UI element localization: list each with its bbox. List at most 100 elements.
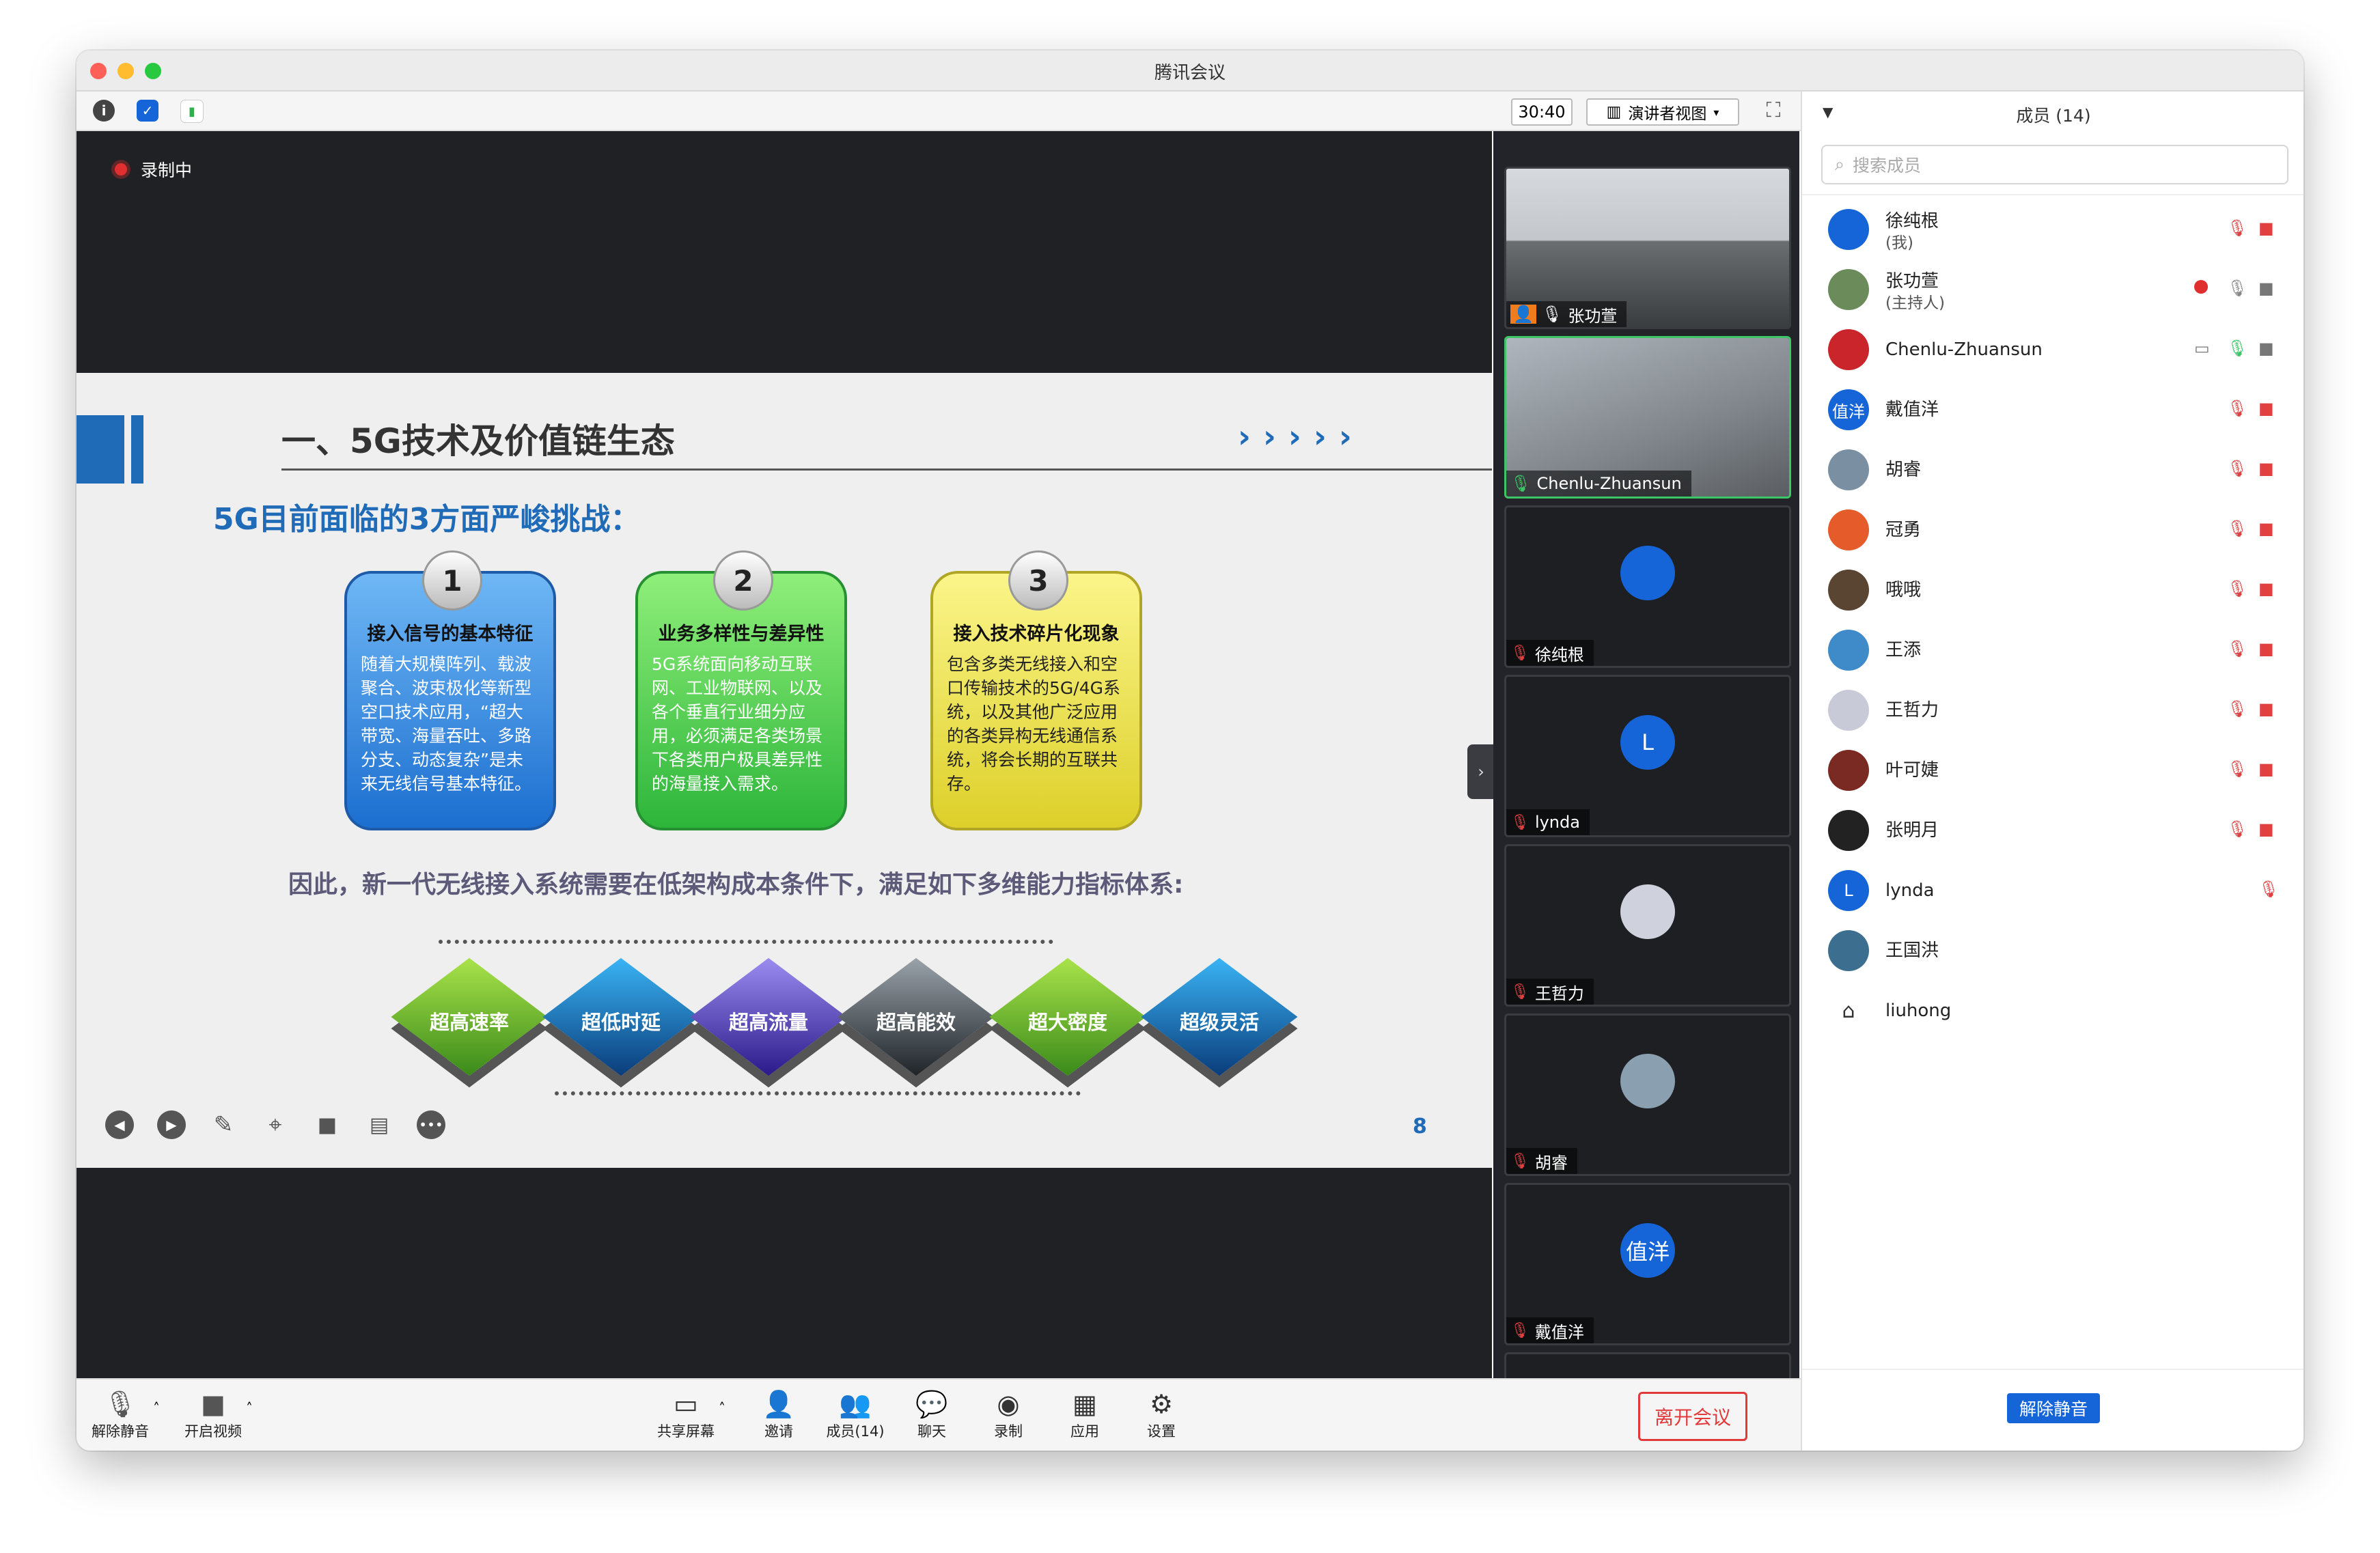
video-tile[interactable]: 值洋 🎙 戴值洋: [1504, 1183, 1791, 1345]
tile-name-tag: 🎙 徐纯根: [1506, 640, 1594, 666]
video-tile[interactable]: 🎙 徐纯根: [1504, 505, 1791, 668]
member-name: liuhong: [1885, 1001, 1952, 1021]
mic-muted-icon: 🎙: [1510, 644, 1530, 662]
mic-muted-icon[interactable]: 🎙: [2227, 579, 2247, 598]
camera-off-icon[interactable]: ■: [2258, 459, 2274, 478]
tile-name-tag: 👤 🎙 张功萱: [1506, 301, 1627, 327]
member-row[interactable]: 胡睿 🎙 ■: [1802, 440, 2303, 500]
member-row[interactable]: 王添 🎙 ■: [1802, 620, 2303, 680]
member-row[interactable]: L lynda 🎙: [1802, 861, 2303, 921]
member-row[interactable]: 王哲力 🎙 ■: [1802, 680, 2303, 740]
apps-label: 应用: [1070, 1423, 1099, 1440]
mic-muted-icon[interactable]: 🎙: [2227, 459, 2247, 478]
invite-button[interactable]: 👤 邀请: [745, 1388, 813, 1441]
member-row[interactable]: 徐纯根 (我) 🎙 ■: [1802, 199, 2303, 260]
tile-name: Chenlu-Zhuansun: [1536, 474, 1682, 493]
tile-name-tag: 🎙 Chenlu-Zhuansun: [1506, 471, 1691, 496]
video-tile[interactable]: [1504, 1352, 1791, 1378]
video-tile[interactable]: L 🎙 lynda: [1504, 675, 1791, 837]
next-slide-icon[interactable]: ▶: [157, 1110, 186, 1139]
member-row[interactable]: 冠勇 🎙 ■: [1802, 500, 2303, 560]
chat-button[interactable]: 💬 聊天: [898, 1388, 966, 1441]
camera-off-icon[interactable]: ■: [2258, 579, 2274, 598]
member-role: (主持人): [1885, 294, 1945, 312]
mic-muted-icon[interactable]: 🎙: [2227, 519, 2247, 538]
collapse-strip-button[interactable]: ›: [1467, 744, 1495, 799]
camera-off-icon[interactable]: ■: [2258, 699, 2274, 718]
subtitle-icon[interactable]: ▤: [365, 1110, 393, 1139]
unmute-button[interactable]: 🎙 解除静音: [86, 1388, 154, 1441]
share-screen-label: 共享屏幕: [657, 1423, 715, 1440]
mic-icon[interactable]: 🎙: [2227, 339, 2247, 358]
member-row[interactable]: 值洋 戴值洋 🎙 ■: [1802, 380, 2303, 440]
pen-icon[interactable]: ✎: [209, 1110, 238, 1139]
video-tile[interactable]: 🎙 胡睿: [1504, 1013, 1791, 1176]
more-icon[interactable]: •••: [417, 1110, 445, 1139]
member-row[interactable]: 王国洪: [1802, 921, 2303, 981]
mic-icon[interactable]: 🎙: [2227, 279, 2247, 298]
start-video-button[interactable]: ■ 开启视频: [179, 1388, 247, 1441]
member-row[interactable]: Chenlu-Zhuansun ▭ 🎙 ■: [1802, 320, 2303, 380]
fullscreen-icon[interactable]: ⛶: [1761, 98, 1786, 123]
camera-off-icon[interactable]: ■: [2258, 399, 2274, 418]
record-button[interactable]: ◉ 录制: [974, 1388, 1042, 1441]
camera-icon[interactable]: ■: [2258, 279, 2274, 298]
chevron-up-icon[interactable]: ˄: [246, 1400, 253, 1416]
apps-button[interactable]: ▦ 应用: [1051, 1388, 1119, 1441]
member-row[interactable]: 哦哦 🎙 ■: [1802, 560, 2303, 620]
camera-icon[interactable]: ■: [2258, 339, 2274, 358]
share-screen-button[interactable]: ▭ 共享屏幕: [652, 1388, 720, 1441]
camera-off-icon[interactable]: ■: [2258, 759, 2274, 779]
gear-icon: ⚙: [1149, 1389, 1174, 1419]
camera-off-icon[interactable]: ■: [2258, 219, 2274, 238]
avatar: [1828, 570, 1869, 611]
member-name: 王添: [1885, 640, 1922, 660]
member-row[interactable]: 张明月 🎙 ■: [1802, 800, 2303, 861]
avatar: [1828, 329, 1869, 370]
mic-muted-icon[interactable]: 🎙: [2227, 639, 2247, 658]
camera-off-icon[interactable]: ■: [2258, 639, 2274, 658]
avatar: L: [1828, 870, 1869, 911]
settings-button[interactable]: ⚙ 设置: [1127, 1388, 1195, 1441]
chevron-up-icon[interactable]: ˄: [153, 1400, 160, 1416]
capability-label: 超高流量: [728, 1011, 808, 1034]
member-search-input[interactable]: ⌕ 搜索成员: [1821, 145, 2288, 184]
shared-screen-stage: 录制中 一、5G技术及价值链生态 ››››› 5G目前面临的3方面严峻挑战： 1…: [77, 131, 1492, 1378]
member-name: 戴值洋: [1885, 400, 1939, 420]
shield-icon[interactable]: ✓: [137, 100, 158, 122]
member-name: 冠勇: [1885, 520, 1922, 540]
camera-icon[interactable]: ■: [313, 1110, 342, 1139]
mic-muted-icon[interactable]: 🎙: [2227, 699, 2247, 718]
info-icon[interactable]: i: [93, 100, 115, 122]
leave-meeting-button[interactable]: 离开会议: [1638, 1392, 1747, 1441]
focus-icon[interactable]: ⌖: [261, 1110, 290, 1139]
member-row[interactable]: ⌂ liuhong: [1802, 981, 2303, 1041]
view-mode-dropdown[interactable]: ▥ 演讲者视图 ▾: [1586, 98, 1739, 126]
layout-icon: ▥: [1606, 103, 1622, 121]
capability-diamond: 超级灵活: [1141, 953, 1298, 1080]
unmute-all-button[interactable]: 解除静音: [2007, 1393, 2100, 1423]
chevron-up-icon[interactable]: ˄: [719, 1400, 725, 1416]
mic-muted-icon[interactable]: 🎙: [2227, 820, 2247, 839]
mic-muted-icon[interactable]: 🎙: [2227, 759, 2247, 779]
video-tile[interactable]: 🎙 王哲力: [1504, 844, 1791, 1007]
mic-muted-icon: 🎙: [1510, 983, 1530, 1001]
challenge-card-2: 2 业务多样性与差异性 5G系统面向移动互联网、工业物联网、以及各个垂直行业细分…: [635, 550, 847, 830]
camera-off-icon[interactable]: ■: [2258, 519, 2274, 538]
signal-icon[interactable]: ▮: [180, 100, 204, 123]
members-button[interactable]: 👥 成员(14): [821, 1388, 889, 1441]
video-tile[interactable]: 👤 🎙 张功萱: [1504, 167, 1791, 329]
camera-off-icon[interactable]: ■: [2258, 820, 2274, 839]
slide-title-underline: [281, 468, 1492, 471]
mic-muted-icon[interactable]: 🎙: [2227, 399, 2247, 418]
avatar: [1828, 630, 1869, 671]
capability-label: 超级灵活: [1179, 1011, 1259, 1034]
member-row[interactable]: 叶可婕 🎙 ■: [1802, 740, 2303, 800]
mic-muted-icon[interactable]: 🎙: [2258, 880, 2279, 899]
top-toolbar: i ✓ ▮ 30:40 ▥ 演讲者视图 ▾ ⛶: [77, 92, 1801, 131]
mic-muted-icon[interactable]: 🎙: [2227, 219, 2247, 238]
video-tile-active-speaker[interactable]: 🎙 Chenlu-Zhuansun: [1504, 336, 1791, 499]
previous-slide-icon[interactable]: ◀: [105, 1110, 134, 1139]
member-row[interactable]: 张功萱 (主持人) 🎙 ■: [1802, 260, 2303, 320]
avatar: [1828, 750, 1869, 791]
